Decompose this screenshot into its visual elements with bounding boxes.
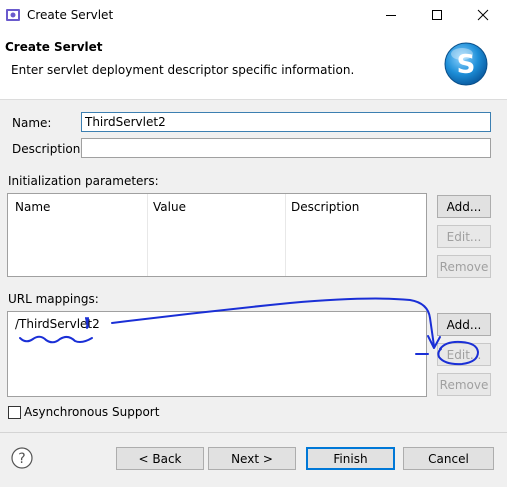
url-add-button[interactable]: Add... [437, 313, 491, 336]
url-mapping-item[interactable]: /ThirdServlet2 [15, 317, 100, 332]
finish-button[interactable]: Finish [306, 447, 395, 470]
name-label: Name: [12, 116, 52, 130]
url-remove-button[interactable]: Remove [437, 373, 491, 396]
banner-title: Create Servlet [5, 40, 103, 54]
app-icon [6, 9, 20, 21]
maximize-button[interactable] [414, 0, 460, 30]
minimize-icon [386, 15, 396, 16]
minimize-button[interactable] [368, 0, 414, 30]
column-header-name[interactable]: Name [15, 200, 50, 215]
init-add-button[interactable]: Add... [437, 195, 491, 218]
column-divider [285, 194, 286, 276]
init-params-table[interactable] [7, 193, 427, 277]
name-field[interactable]: ThirdServlet2 [81, 112, 491, 132]
description-field[interactable] [81, 138, 491, 158]
help-icon[interactable]: ? [11, 447, 33, 469]
next-button[interactable]: Next > [208, 447, 296, 470]
svg-text:?: ? [18, 451, 25, 467]
footer-separator [0, 432, 507, 433]
column-header-value[interactable]: Value [153, 200, 186, 215]
init-edit-button[interactable]: Edit... [437, 225, 491, 248]
init-params-label: Initialization parameters: [8, 174, 159, 188]
async-support-label: Asynchronous Support [24, 405, 160, 419]
url-edit-button[interactable]: Edit... [437, 343, 491, 366]
close-icon [477, 9, 489, 21]
init-remove-button[interactable]: Remove [437, 255, 491, 278]
description-label: Description: [12, 142, 85, 156]
cancel-button[interactable]: Cancel [403, 447, 494, 470]
window-title: Create Servlet [27, 8, 114, 22]
close-button[interactable] [460, 0, 506, 30]
url-mappings-label: URL mappings: [8, 292, 99, 306]
banner-description: Enter servlet deployment descriptor spec… [11, 63, 355, 77]
column-header-description[interactable]: Description [291, 200, 359, 215]
maximize-icon [432, 10, 442, 20]
async-support-checkbox[interactable] [8, 406, 21, 419]
servlet-logo-icon: S [444, 42, 488, 86]
back-button[interactable]: < Back [116, 447, 204, 470]
logo-letter: S [457, 50, 476, 80]
column-divider [147, 194, 148, 276]
